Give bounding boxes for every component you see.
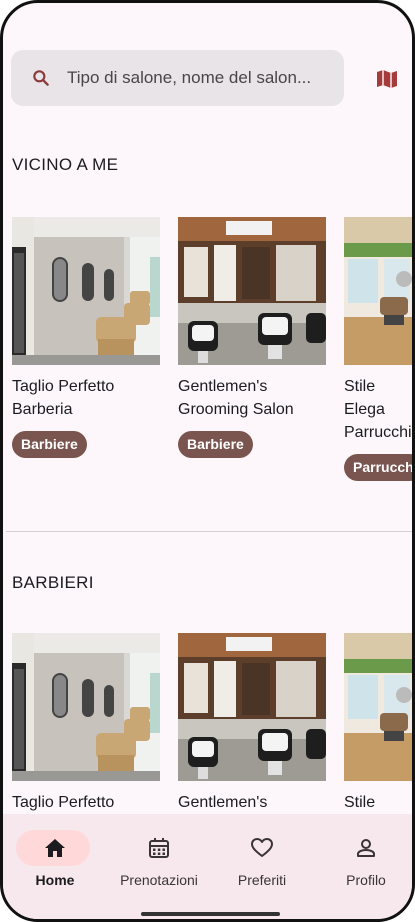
nav-label-profile: Profilo <box>346 872 386 888</box>
section-divider <box>6 531 412 532</box>
salon-photo <box>12 217 160 365</box>
heart-icon <box>251 838 273 857</box>
salon-card[interactable]: Gentlemen's Grooming Salon Barbiere <box>178 217 326 458</box>
salon-name: Stile Elega Parrucchi <box>344 378 412 441</box>
home-indicator <box>141 912 280 916</box>
nav-label-bookings: Prenotazioni <box>120 872 198 888</box>
search-bar[interactable]: Tipo di salone, nome del salon... <box>11 50 344 106</box>
section-title-barbers: BARBIERI <box>12 573 94 592</box>
section-title-nearby: VICINO A ME <box>12 155 119 174</box>
home-icon <box>45 839 65 857</box>
nav-item-home[interactable]: Home <box>5 814 105 904</box>
category-chip: Barbiere <box>12 431 87 458</box>
salon-photo <box>178 217 326 365</box>
salon-photo <box>344 633 412 781</box>
category-chip: Parrucch <box>344 454 412 481</box>
nav-item-profile[interactable]: Profilo <box>316 814 412 904</box>
salon-name: Taglio Perfetto Barberia <box>12 378 115 418</box>
salon-card[interactable]: Stile Elega <box>344 633 412 837</box>
calendar-icon <box>149 838 169 858</box>
nav-label-favorites: Preferiti <box>237 872 287 888</box>
nav-item-bookings[interactable]: Prenotazioni <box>109 814 209 904</box>
map-icon[interactable] <box>375 67 399 91</box>
salon-photo <box>178 633 326 781</box>
nav-label-home: Home <box>35 872 75 888</box>
nav-item-favorites[interactable]: Preferiti <box>212 814 312 904</box>
salon-photo <box>344 217 412 365</box>
salon-card[interactable]: Taglio Perfetto <box>12 633 160 814</box>
salon-card[interactable]: Gentlemen's <box>178 633 326 814</box>
search-icon <box>33 70 49 86</box>
bottom-navigation: Home Prenotazioni Preferiti Profilo <box>3 814 412 919</box>
person-icon <box>357 839 375 857</box>
salon-name: Gentlemen's <box>178 794 268 811</box>
salon-name: Taglio Perfetto <box>12 794 115 811</box>
category-chip: Barbiere <box>178 431 253 458</box>
salon-card[interactable]: Stile Elega Parrucchi Parrucch <box>344 217 412 481</box>
salon-photo <box>12 633 160 781</box>
search-input[interactable]: Tipo di salone, nome del salon... <box>67 50 339 106</box>
phone-frame: Tipo di salone, nome del salon... VICINO… <box>0 0 415 922</box>
salon-name: Gentlemen's Grooming Salon <box>178 378 294 418</box>
salon-card[interactable]: Taglio Perfetto Barberia Barbiere <box>12 217 160 458</box>
